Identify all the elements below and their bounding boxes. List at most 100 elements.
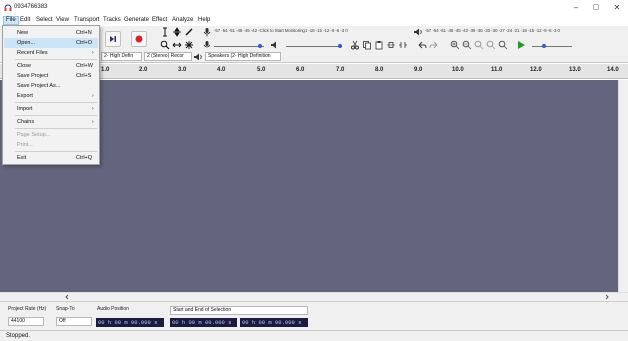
menu-separator xyxy=(15,59,97,60)
menu-item-label: Save Project xyxy=(17,73,49,79)
menu-item-save-project[interactable]: Save Project Ctrl+S xyxy=(4,71,98,81)
menu-analyze[interactable]: Analyze xyxy=(170,16,195,25)
menu-separator xyxy=(15,151,97,152)
menu-transport[interactable]: Transport xyxy=(72,16,101,25)
menu-item-label: Exit xyxy=(17,155,27,161)
audio-position-time[interactable]: 00 h 00 m 00.000 s xyxy=(96,318,164,327)
status-text: Stopped. xyxy=(6,333,31,339)
recording-volume-slider[interactable] xyxy=(214,46,264,47)
menu-item-shortcut: Ctrl+S xyxy=(76,73,92,79)
record-meter-scale-right: 1 -18 -15 -12 -9 -6 -3 0 xyxy=(304,28,348,33)
recording-device-select[interactable]: 2- High Defin xyxy=(101,52,142,61)
playback-device-select[interactable]: Speakers (2- High Definition xyxy=(205,52,281,61)
vertical-scrollbar[interactable] xyxy=(618,80,628,292)
play-at-speed-icon[interactable] xyxy=(516,40,526,50)
ruler-tick: 2.0 xyxy=(139,67,148,73)
menu-tracks[interactable]: Tracks xyxy=(101,16,123,25)
silence-icon[interactable] xyxy=(398,40,408,50)
menu-file[interactable]: File xyxy=(3,16,19,25)
maximize-button[interactable]: ▢ xyxy=(585,1,607,14)
menu-item-label: Save Project As... xyxy=(17,83,61,89)
cut-icon[interactable] xyxy=(350,40,360,50)
redo-icon[interactable] xyxy=(429,40,439,50)
menu-item-recent-files[interactable]: Recent Files › xyxy=(4,48,98,58)
minimize-button[interactable]: – xyxy=(565,1,587,14)
menu-edit[interactable]: Edit xyxy=(18,16,32,25)
ruler-tick: 12.0 xyxy=(530,67,542,73)
menu-item-open[interactable]: Open... Ctrl+O xyxy=(4,38,98,48)
selection-start-time[interactable]: 00 h 00 m 00.000 s xyxy=(170,318,237,327)
scroll-left-icon[interactable] xyxy=(64,294,70,300)
speaker-icon[interactable] xyxy=(413,27,423,37)
ruler-tick: 8.0 xyxy=(375,67,384,73)
menu-item-exit[interactable]: Exit Ctrl+Q xyxy=(4,153,98,163)
ruler-tick: 13.0 xyxy=(569,67,581,73)
horizontal-scrollbar[interactable] xyxy=(0,292,628,301)
close-button[interactable]: ✕ xyxy=(606,1,628,14)
skip-to-end-button[interactable] xyxy=(105,31,121,47)
menu-separator xyxy=(15,128,97,129)
record-meter-scale[interactable]: -57 -54 -51 -48 -45 -42 -Click to Start … xyxy=(214,28,348,34)
skip-end-icon xyxy=(110,36,116,42)
ruler-tick: 4.0 xyxy=(217,67,226,73)
menu-item-chains[interactable]: Chains › xyxy=(4,117,98,127)
title-bar: 0934766383 – ▢ ✕ xyxy=(0,0,628,15)
menu-item-label: Close xyxy=(17,63,32,69)
menu-item-import[interactable]: Import › xyxy=(4,104,98,114)
paste-icon[interactable] xyxy=(374,40,384,50)
scroll-right-icon[interactable] xyxy=(604,294,610,300)
menu-item-shortcut: Ctrl+W xyxy=(76,63,93,69)
recording-volume-icon xyxy=(203,41,211,48)
selection-tool-icon[interactable] xyxy=(160,27,170,37)
fit-project-icon[interactable] xyxy=(486,40,496,50)
play-speed-slider[interactable] xyxy=(532,46,572,47)
selection-mode-select[interactable]: Start and End of Selection xyxy=(170,306,308,315)
microphone-icon[interactable] xyxy=(202,27,212,37)
recording-volume-knob[interactable] xyxy=(258,44,262,48)
submenu-arrow-icon: › xyxy=(92,119,94,125)
project-rate-select[interactable]: 44100 xyxy=(8,317,44,326)
playback-volume-knob[interactable] xyxy=(338,44,342,48)
playback-volume-slider[interactable] xyxy=(286,46,342,47)
selection-end-time[interactable]: 00 h 00 m 00.000 s xyxy=(240,318,308,327)
time-shift-tool-icon[interactable] xyxy=(172,40,182,50)
zoom-tool-icon[interactable] xyxy=(160,40,170,50)
play-speed-knob[interactable] xyxy=(542,44,546,48)
menu-generate[interactable]: Generate xyxy=(122,16,151,25)
menu-item-export[interactable]: Export › xyxy=(4,91,98,101)
trim-icon[interactable] xyxy=(386,40,396,50)
ruler-tick: 5.0 xyxy=(257,67,266,73)
fit-selection-icon[interactable] xyxy=(474,40,484,50)
menu-select[interactable]: Select xyxy=(34,16,55,25)
zoom-out-icon[interactable] xyxy=(462,40,472,50)
menu-item-page-setup: Page Setup... xyxy=(4,130,98,140)
selection-toolbar: Project Rate (Hz) 44100 Snap-To Off Audi… xyxy=(0,301,628,330)
snap-to-select[interactable]: Off xyxy=(56,317,92,326)
zoom-in-icon[interactable] xyxy=(450,40,460,50)
audacity-logo-icon xyxy=(4,4,12,11)
record-meter-prompt: Click to Start Monitoring xyxy=(259,28,305,33)
menu-item-label: Export xyxy=(17,93,33,99)
recording-channels-select[interactable]: 2 (Stereo) Recor xyxy=(144,52,192,61)
audio-position-label: Audio Position xyxy=(97,306,129,312)
envelope-tool-icon[interactable] xyxy=(172,27,182,37)
menu-view[interactable]: View xyxy=(54,16,71,25)
record-button[interactable] xyxy=(131,31,147,47)
copy-icon[interactable] xyxy=(362,40,372,50)
playback-meter-scale[interactable]: -57 -54 -51 -48 -45 -42 -39 -36 -33 -30 … xyxy=(425,28,560,34)
menu-item-save-project-as[interactable]: Save Project As... xyxy=(4,81,98,91)
undo-icon[interactable] xyxy=(417,40,427,50)
menu-item-label: Import xyxy=(17,106,33,112)
draw-tool-icon[interactable] xyxy=(184,27,194,37)
multi-tool-icon[interactable] xyxy=(184,40,194,50)
menu-item-label: Page Setup... xyxy=(17,132,51,138)
ruler-tick: 7.0 xyxy=(336,67,345,73)
menu-effect[interactable]: Effect xyxy=(150,16,169,25)
submenu-arrow-icon: › xyxy=(92,93,94,99)
menu-help[interactable]: Help xyxy=(196,16,212,25)
ruler-tick: 9.0 xyxy=(414,67,423,73)
menu-item-shortcut: Ctrl+O xyxy=(76,40,93,46)
menu-item-close[interactable]: Close Ctrl+W xyxy=(4,61,98,71)
menu-item-new[interactable]: New Ctrl+N xyxy=(4,28,98,38)
zoom-toggle-icon[interactable] xyxy=(498,40,508,50)
